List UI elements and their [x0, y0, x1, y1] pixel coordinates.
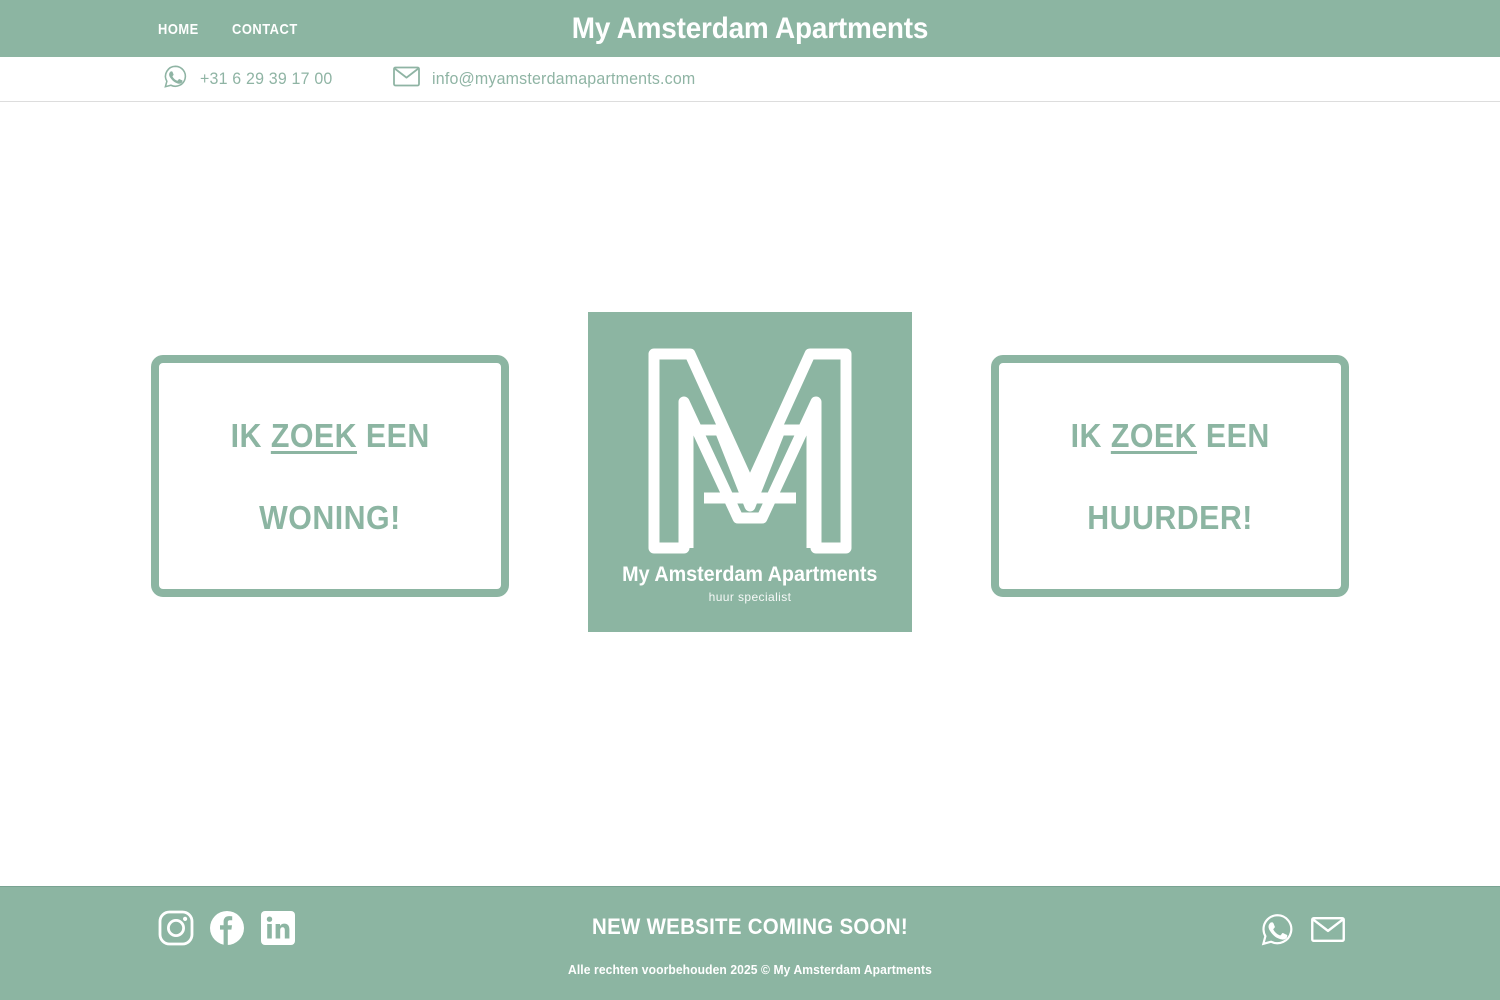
cta-seek-housing[interactable]: IK ZOEK EEN WONING! [151, 355, 509, 597]
cta-right-line1: IK ZOEK EEN [1070, 419, 1269, 452]
site-footer: NEW WEBSITE COMING SOON! Alle rechten vo… [0, 886, 1500, 1000]
cta-right-line1-suffix: EEN [1196, 416, 1270, 454]
contact-email[interactable]: info@myamsterdamapartments.com [393, 66, 712, 92]
logo-subtitle: huur specialist [708, 590, 792, 604]
cta-left-line2: WONING! [259, 498, 401, 536]
cta-left-line1-prefix: IK [230, 416, 271, 454]
page-title: My Amsterdam Apartments [571, 12, 929, 45]
mail-icon [393, 66, 420, 92]
cta-right-line2: HUURDER! [1087, 498, 1253, 536]
m-a-monogram-icon [644, 346, 856, 559]
cta-left-line1: IK ZOEK EEN [230, 419, 429, 452]
logo-name: My Amsterdam Apartments [622, 563, 878, 586]
contact-phone-value: +31 6 29 39 17 00 [200, 69, 333, 88]
brand-logo-card: My Amsterdam Apartments huur specialist [588, 312, 912, 632]
contact-bar: +31 6 29 39 17 00 info@myamsterdamapartm… [0, 57, 1500, 102]
mail-icon[interactable] [1311, 916, 1345, 948]
cta-right-line1-underlined: ZOEK [1110, 416, 1197, 454]
main-content: IK ZOEK EEN WONING! My Amsterdam Apartme… [0, 102, 1500, 886]
footer-headline: NEW WEBSITE COMING SOON! [592, 914, 908, 939]
page-root: HOME CONTACT My Amsterdam Apartments +31… [0, 0, 1500, 1000]
site-header: HOME CONTACT My Amsterdam Apartments [0, 0, 1500, 57]
cta-right-line1-prefix: IK [1070, 416, 1111, 454]
whatsapp-icon[interactable] [1260, 912, 1295, 952]
contact-phone[interactable]: +31 6 29 39 17 00 [163, 64, 341, 94]
whatsapp-icon [163, 64, 188, 94]
cta-left-line1-suffix: EEN [356, 416, 430, 454]
footer-copyright: Alle rechten voorbehouden 2025 © My Amst… [568, 962, 932, 977]
cta-seek-tenant[interactable]: IK ZOEK EEN HUURDER! [991, 355, 1349, 597]
cta-left-line1-underlined: ZOEK [270, 416, 357, 454]
footer-contact-icons [1260, 912, 1345, 952]
contact-email-value: info@myamsterdamapartments.com [431, 69, 696, 88]
